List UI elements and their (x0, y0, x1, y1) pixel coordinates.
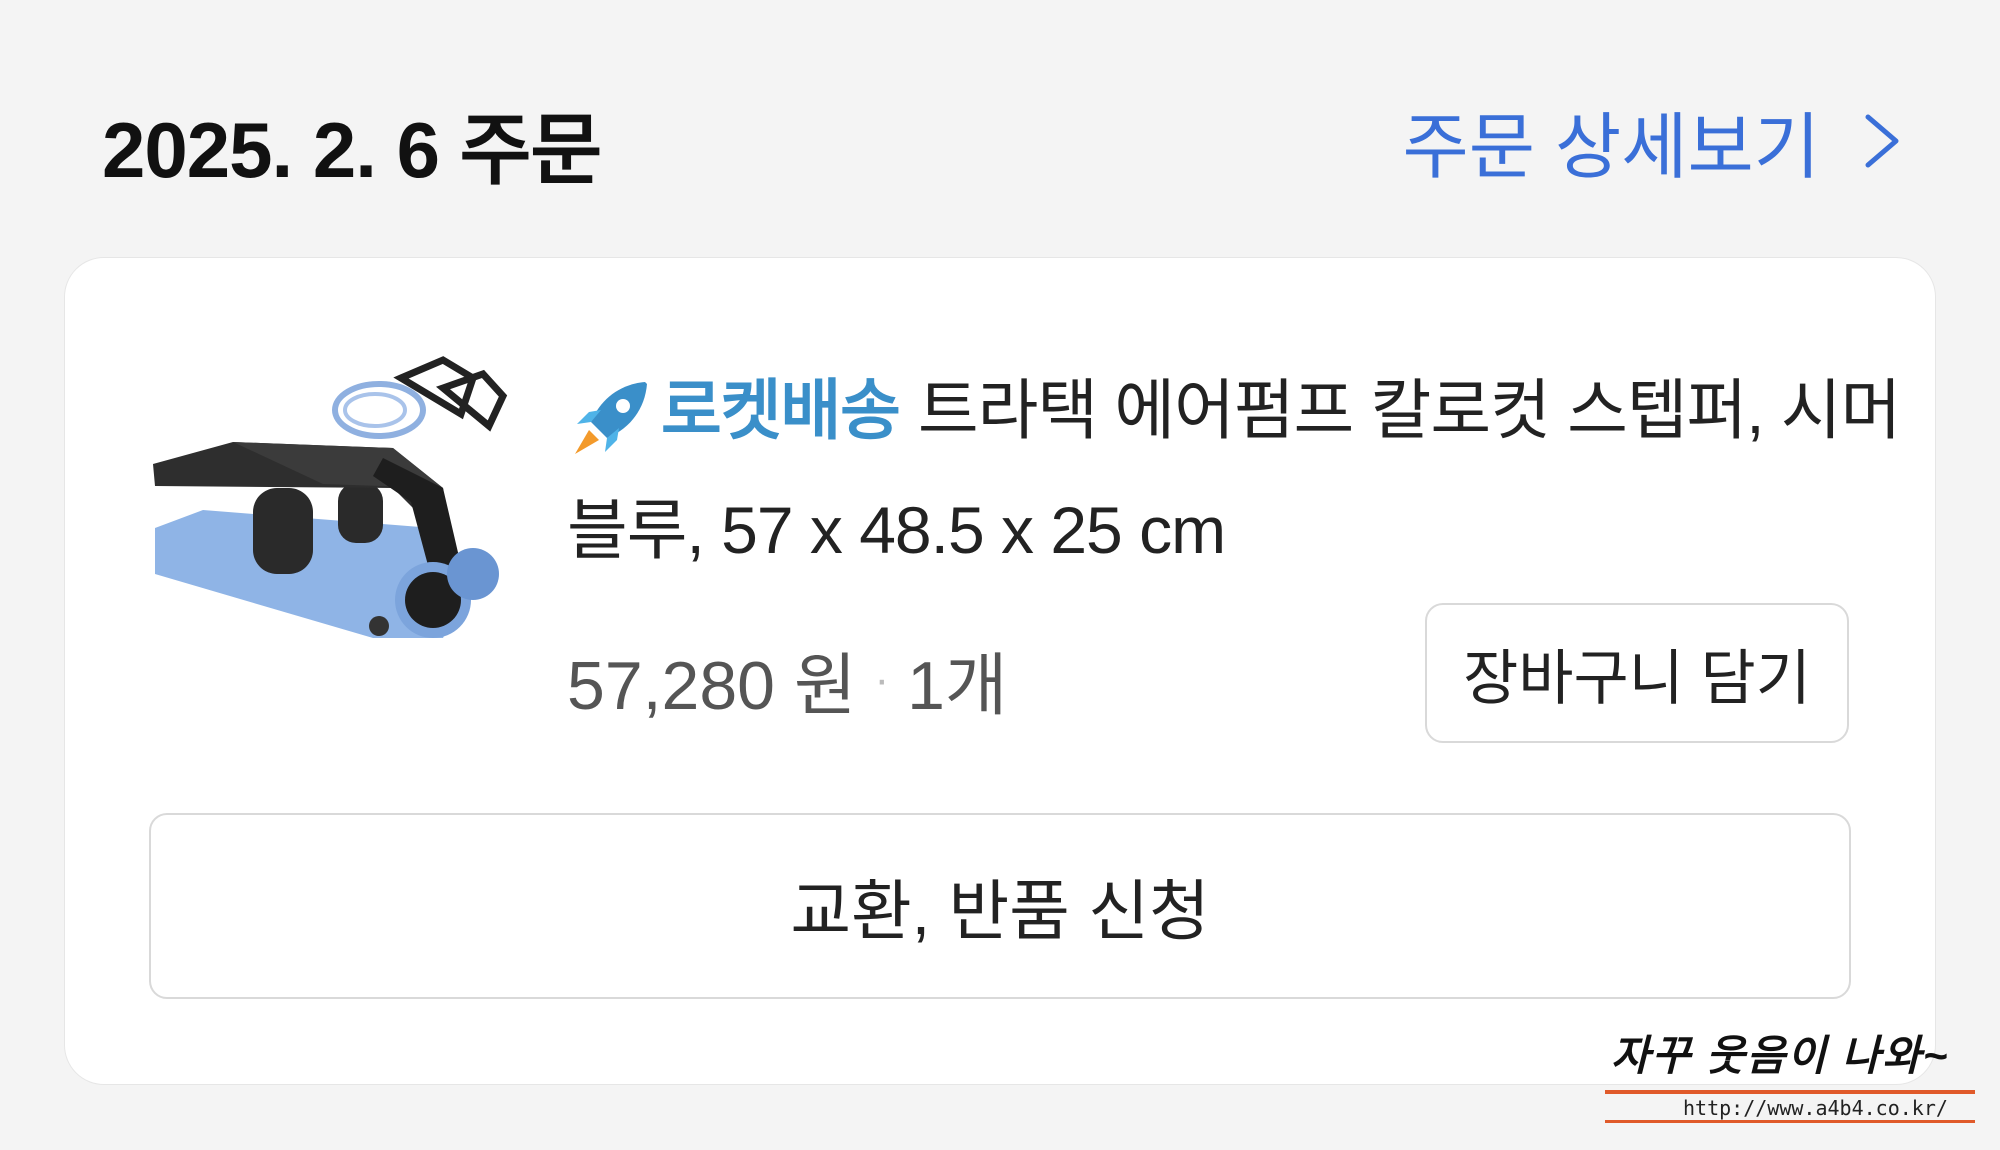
rocket-icon (575, 382, 647, 454)
rocket-delivery-label: 로켓배송 (661, 373, 901, 447)
watermark: 자꾸 웃음이 나와~ http://www.a4b4.co.kr/ (1605, 1022, 1975, 1123)
separator-dot: · (874, 654, 890, 704)
product-price: 57,280 원 (567, 648, 857, 724)
product-title-block[interactable]: 로켓배송 트라택 에어펌프 칼로컷 스텝퍼, 시머블루, 57 x 48.5 x… (567, 350, 1927, 590)
rocket-delivery-badge: 로켓배송 (567, 350, 901, 470)
watermark-line-top (1605, 1090, 1975, 1094)
order-detail-link[interactable]: 주문 상세보기 (1403, 88, 1904, 193)
add-to-cart-button[interactable]: 장바구니 담기 (1425, 603, 1849, 743)
exchange-return-button[interactable]: 교환, 반품 신청 (149, 813, 1851, 999)
product-quantity: 1개 (907, 648, 1008, 724)
price-row: 57,280 원 · 1개 (567, 630, 1007, 729)
order-card: 로켓배송 트라택 에어펌프 칼로컷 스텝퍼, 시머블루, 57 x 48.5 x… (64, 257, 1936, 1085)
order-detail-label: 주문 상세보기 (1402, 108, 1820, 188)
product-image[interactable] (143, 338, 553, 658)
order-date: 2025. 2. 6 주문 (102, 106, 602, 194)
watermark-line-bottom (1605, 1120, 1975, 1123)
chevron-right-icon (1865, 114, 1899, 167)
watermark-text: 자꾸 웃음이 나와~ (1611, 1032, 1950, 1079)
watermark-url: http://www.a4b4.co.kr/ (1683, 1096, 1948, 1120)
